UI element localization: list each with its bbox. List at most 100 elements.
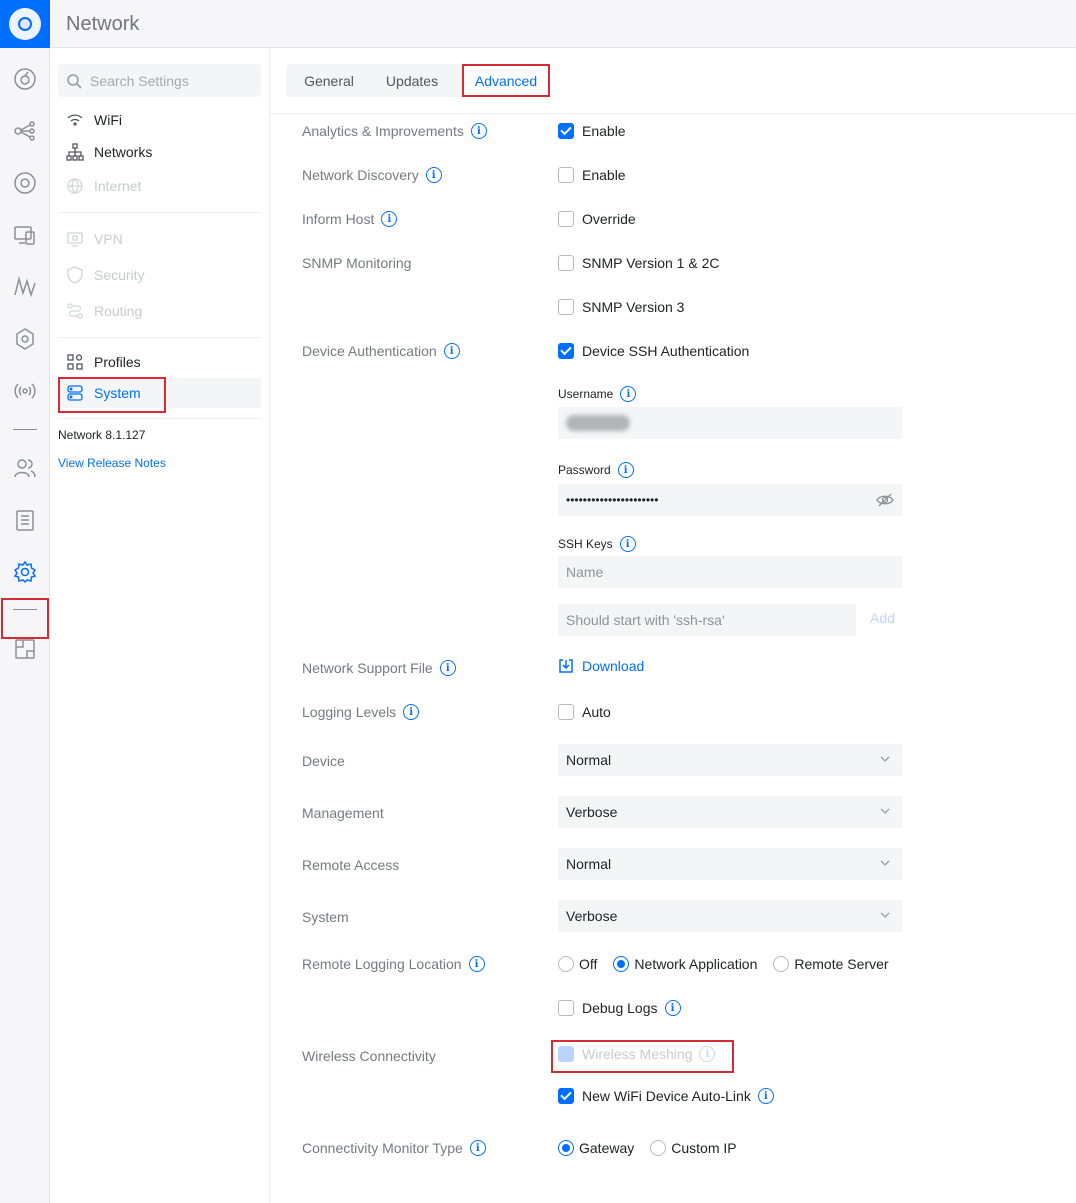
wifi-icon [67,114,83,126]
sidebar-item-vpn[interactable]: VPN [58,224,261,254]
snmp-v1-checkbox[interactable]: SNMP Version 1 & 2C [558,253,719,273]
checkbox-checked[interactable] [558,1088,574,1104]
inform-host-checkbox[interactable]: Override [558,209,636,229]
info-icon[interactable]: i [619,536,636,552]
clients-icon[interactable] [12,222,38,248]
eye-off-icon[interactable] [876,492,894,508]
auto-link-checkbox[interactable]: New WiFi Device Auto-Link i [558,1086,774,1106]
info-icon[interactable]: i [425,167,442,183]
add-ssh-key-button[interactable]: Add [870,610,895,626]
info-icon[interactable]: i [443,343,460,359]
discovery-checkbox[interactable]: Enable [558,165,626,185]
checkbox-unchecked[interactable] [558,211,574,227]
remote-logging-radio-group: Off Network Application Remote Server [558,954,905,974]
checkbox-label: Enable [582,167,626,183]
username-field[interactable] [558,407,902,439]
dashboard-icon[interactable] [12,66,38,92]
info-icon[interactable]: i [617,462,634,478]
tab-updates[interactable]: Updates [372,64,452,97]
settings-icon[interactable] [12,559,38,585]
info-icon[interactable]: i [620,386,637,402]
sidebar-item-internet[interactable]: Internet [58,171,261,201]
checkbox-label: Enable [582,123,626,139]
tab-general[interactable]: General [286,64,372,97]
sidebar-item-label: Routing [94,303,143,319]
statistics-icon[interactable] [12,274,38,300]
tab-advanced[interactable]: Advanced [462,64,550,97]
innerspace-icon[interactable] [12,636,38,662]
logs-icon[interactable] [12,507,38,533]
sidebar-item-label: Networks [94,144,153,160]
password-field[interactable]: •••••••••••••••••••••• [558,484,902,516]
ssh-key-value-input[interactable]: Should start with 'ssh-rsa' [558,604,856,636]
analytics-label: Analytics & Improvements [302,123,464,139]
info-icon[interactable]: i [470,123,487,139]
settings-rail-highlight [1,598,49,639]
integrations-icon[interactable] [12,326,38,352]
monitor-radio-group: Gateway Custom IP [558,1138,753,1158]
logging-auto-checkbox[interactable]: Auto [558,702,611,722]
sidebar-item-wifi[interactable]: WiFi [58,105,261,135]
system-log-select[interactable]: Verbose [558,900,902,932]
checkbox-label: SNMP Version 3 [582,299,685,315]
info-icon[interactable]: i [381,211,398,227]
ssh-auth-checkbox[interactable]: Device SSH Authentication [558,341,749,361]
analytics-checkbox[interactable]: Enable [558,121,626,141]
checkbox-unchecked[interactable] [558,255,574,271]
info-icon[interactable]: i [403,704,420,720]
checkbox-unchecked[interactable] [558,704,574,720]
snmp-v3-checkbox[interactable]: SNMP Version 3 [558,297,684,317]
radio-custom-ip[interactable] [650,1140,667,1156]
app-logo[interactable] [0,0,50,48]
users-icon[interactable] [12,455,38,481]
info-icon[interactable]: i [469,1140,486,1156]
radio-gateway[interactable] [558,1140,574,1156]
checkbox-checked[interactable] [558,123,574,139]
nav-divider [58,337,261,338]
checkbox-label: Auto [582,704,611,720]
devices-icon[interactable] [12,170,38,196]
info-icon[interactable]: i [664,1000,681,1016]
info-icon[interactable]: i [439,660,456,676]
checkbox-unchecked[interactable] [558,299,574,315]
rail-divider [13,429,37,430]
sidebar-item-profiles[interactable]: Profiles [58,347,261,377]
remote-access-log-select[interactable]: Normal [558,848,902,880]
logging-levels-label: Logging Levels [302,704,397,720]
redacted-username [566,415,630,431]
sidebar-item-networks[interactable]: Networks [58,137,261,167]
select-value: Verbose [566,908,618,924]
monitor-row-label: Connectivity Monitor Type i [302,1138,486,1158]
radio-off[interactable] [558,956,574,972]
info-icon[interactable]: i [757,1088,774,1104]
checkbox-label: SNMP Version 1 & 2C [582,255,720,271]
radio-network-application[interactable] [613,956,630,972]
search-placeholder: Search Settings [90,72,189,89]
checkbox-unchecked[interactable] [558,167,574,183]
device-log-select[interactable]: Normal [558,744,902,776]
ssh-keys-field-label: SSH Keys i [558,536,636,552]
release-notes-link[interactable]: View Release Notes [58,456,166,470]
topology-icon[interactable] [12,118,38,144]
management-log-select[interactable]: Verbose [558,796,902,828]
rail-divider [13,609,37,610]
radio-label: Off [579,956,598,972]
nav-divider [58,418,261,419]
radio-remote-server[interactable] [773,956,790,972]
debug-logs-checkbox[interactable]: Debug Logs i [558,998,681,1018]
sidebar-item-routing[interactable]: Routing [58,296,261,326]
checkbox-unchecked[interactable] [558,1000,574,1016]
ssh-key-name-input[interactable]: Name [558,556,902,588]
system-highlight-box [58,377,166,413]
download-button[interactable]: Download [558,658,644,674]
info-icon[interactable]: i [468,956,485,972]
sidebar-item-security[interactable]: Security [58,260,261,290]
content-divider [270,113,1076,114]
checkbox-checked[interactable] [558,343,574,359]
wireless-label: Wireless Connectivity [302,1048,436,1064]
checkbox-label: Device SSH Authentication [582,343,750,359]
system-log-label: System [302,909,349,925]
search-input[interactable]: Search Settings [58,64,261,97]
radio-broadcast-icon[interactable] [12,378,38,404]
monitor-label: Connectivity Monitor Type [302,1140,463,1156]
